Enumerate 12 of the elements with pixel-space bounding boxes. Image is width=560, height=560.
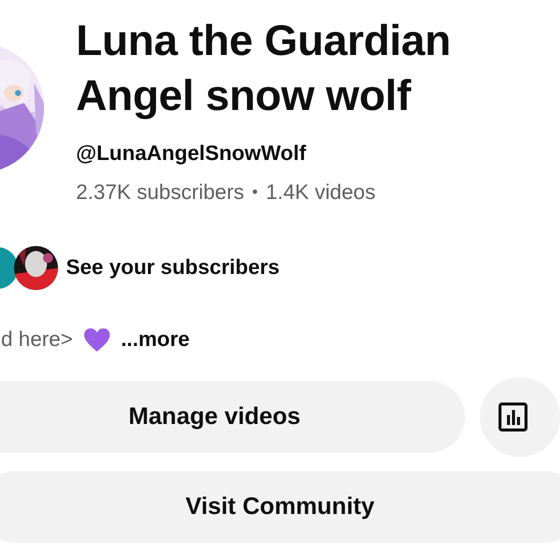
separator-dot: •: [252, 184, 258, 202]
see-subscribers-link[interactable]: See your subscribers: [66, 256, 280, 280]
video-count: 1.4K videos: [266, 181, 376, 205]
visit-community-button[interactable]: Visit Community: [0, 471, 560, 543]
more-link[interactable]: ...more: [120, 328, 190, 352]
channel-description: d here>: [1, 328, 73, 352]
channel-handle: @LunaAngelSnowWolf: [76, 142, 308, 166]
manage-videos-button[interactable]: Manage videos: [0, 381, 465, 453]
channel-name: Luna the Guardian Angel snow wolf: [76, 16, 452, 122]
bar-chart-icon: [498, 402, 528, 432]
heart-icon: [82, 327, 111, 353]
subscriber-count: 2.37K subscribers: [76, 181, 244, 205]
